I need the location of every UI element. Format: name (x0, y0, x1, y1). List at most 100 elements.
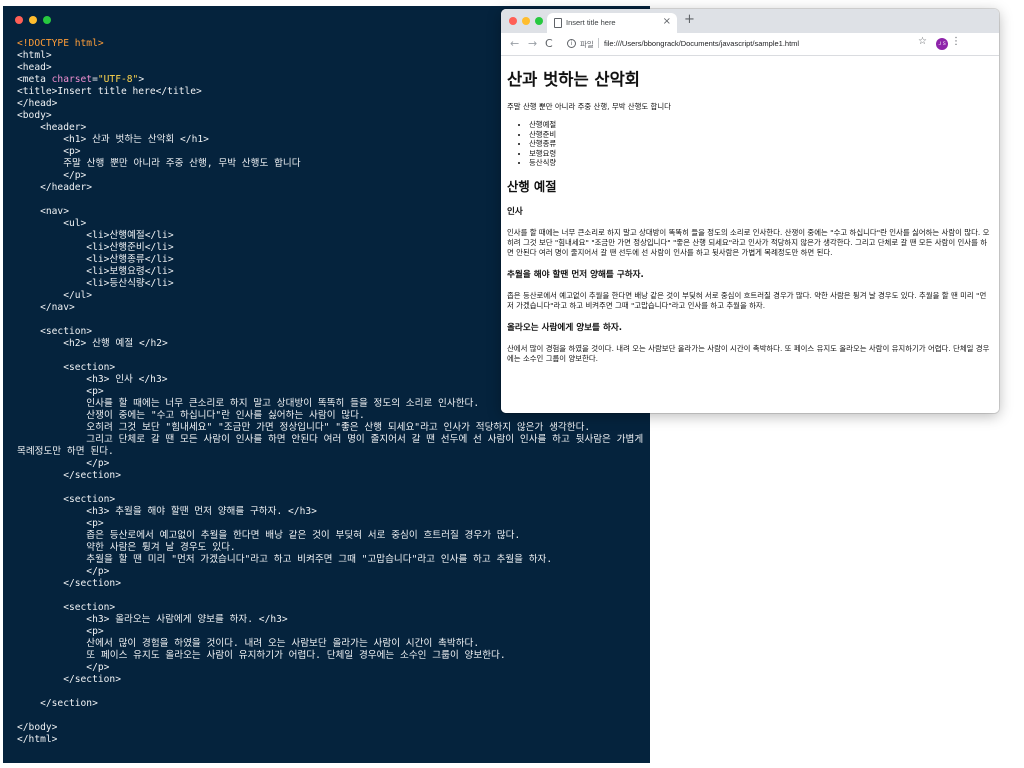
back-arrow-icon[interactable]: ← (510, 37, 519, 50)
subsection-paragraph: 산에서 많이 경험을 하였을 것이다. 내려 오는 사람보단 올라가는 사람이 … (507, 343, 990, 363)
code-token: 또 페이스 유지도 올라오는 사람이 유지하기가 어렵다. 단체일 경우에는 소… (17, 650, 506, 661)
code-token: <p> (17, 386, 104, 397)
code-line: 또 페이스 유지도 올라오는 사람이 유지하기가 어렵다. 단체일 경우에는 소… (17, 650, 644, 662)
reload-icon[interactable]: C (545, 37, 553, 50)
subsection-heading: 인사 (507, 206, 523, 217)
nav-list: 산행예절 산행준비 산행종류 보행요령 등산식량 (507, 120, 993, 168)
forward-arrow-icon[interactable]: → (528, 37, 537, 50)
code-token: <section> (17, 494, 116, 505)
code-line: </section> (17, 674, 644, 686)
tab-close-icon[interactable]: × (663, 16, 671, 27)
subsection-paragraph: 좁은 등산로에서 예고없이 추월을 한다면 배낭 같은 것이 부딪혀 서로 중심… (507, 290, 987, 310)
rendered-page: 산과 벗하는 산악회 주말 산행 뿐만 아니라 주중 산행, 무박 산행도 합니… (501, 56, 999, 413)
code-line: 그리고 단체로 갈 땐 모든 사람이 인사를 하면 안된다 여러 명이 줄지어서… (17, 434, 644, 446)
close-window-button[interactable] (15, 16, 23, 24)
code-token: <li>등산식량</li> (17, 278, 174, 289)
browser-close-button[interactable] (509, 17, 517, 25)
new-tab-button[interactable]: + (684, 12, 695, 27)
menu-dots-icon[interactable]: ⋮ (951, 36, 961, 47)
section-heading: 산행 예절 (507, 179, 557, 194)
browser-minimize-button[interactable] (522, 17, 530, 25)
code-line: </p> (17, 458, 644, 470)
code-token: </html> (17, 734, 58, 745)
code-token: 산에서 많이 경험을 하였을 것이다. 내려 오는 사람보단 올라가는 사람이 … (17, 638, 480, 649)
code-token: 산쟁이 중에는 "수고 하십니다"란 인사를 싫어하는 사람이 많다. (17, 410, 365, 421)
code-token: charset (51, 74, 93, 85)
document-icon (554, 18, 562, 28)
tab-bar: Insert title here × + (501, 9, 999, 33)
list-item: 보행요령 (529, 149, 993, 159)
code-token: <p> (17, 626, 104, 637)
subsection-paragraph: 인사를 할 때에는 너무 큰소리로 하지 말고 상대방이 똑똑히 들을 정도의 … (507, 227, 990, 257)
code-line: 목례정도만 하면 된다. (17, 446, 644, 458)
code-token: <li>보행요령</li> (17, 266, 174, 277)
code-token: <h3> 추월을 해야 할땐 먼저 양해를 구하자. </h3> (17, 506, 317, 517)
code-token: </section> (17, 578, 121, 589)
code-token: <p> (17, 146, 81, 157)
browser-maximize-button[interactable] (535, 17, 543, 25)
code-token: <ul> (17, 218, 87, 229)
page-heading: 산과 벗하는 산악회 (507, 70, 640, 89)
browser-toolbar: ← → C i 파일 file:///Users/bbongrack/Docum… (501, 33, 999, 56)
code-token: </nav> (17, 302, 75, 313)
address-bar[interactable]: file:///Users/bbongrack/Documents/javasc… (604, 39, 799, 48)
code-token: 인사를 할 때에는 너무 큰소리로 하지 말고 상대방이 똑똑히 들을 정도의 … (17, 398, 480, 409)
code-line: <section> (17, 602, 644, 614)
code-token: > (138, 74, 145, 85)
code-line: </section> (17, 578, 644, 590)
code-token: </ul> (17, 290, 93, 301)
code-token: </section> (17, 470, 121, 481)
code-line: 오히려 그것 보단 "힘내세요" "조금만 가면 정상입니다" "좋은 산행 되… (17, 422, 644, 434)
maximize-window-button[interactable] (43, 16, 51, 24)
code-token: 주말 산행 뿐만 아니라 주중 산행, 무박 산행도 합니다 (17, 158, 301, 169)
code-token: <li>산행종류</li> (17, 254, 174, 265)
code-token: </header> (17, 182, 93, 193)
code-token: <li>산행예절</li> (17, 230, 174, 241)
code-line: <section> (17, 494, 644, 506)
code-token: <!DOCTYPE html> (17, 38, 104, 49)
code-line: 산에서 많이 경험을 하였을 것이다. 내려 오는 사람보단 올라가는 사람이 … (17, 638, 644, 650)
bookmark-star-icon[interactable]: ☆ (918, 36, 927, 47)
minimize-window-button[interactable] (29, 16, 37, 24)
browser-window-controls (509, 17, 543, 25)
code-token: </p> (17, 170, 87, 181)
code-token: <li>산행준비</li> (17, 242, 174, 253)
profile-avatar[interactable]: ＪＳ (936, 38, 948, 50)
list-item: 산행종류 (529, 139, 993, 149)
code-token: 오히려 그것 보단 "힘내세요" "조금만 가면 정상입니다" "좋은 산행 되… (17, 422, 591, 433)
code-token: <body> (17, 110, 52, 121)
info-icon[interactable]: i (567, 39, 576, 48)
list-item: 등산식량 (529, 158, 993, 168)
code-token: <meta (17, 74, 52, 85)
code-token: <section> (17, 326, 93, 337)
url-divider (598, 38, 599, 48)
browser-tab[interactable]: Insert title here × (547, 13, 677, 33)
code-line: </body> (17, 722, 644, 734)
code-token: <section> (17, 362, 116, 373)
code-token: <section> (17, 602, 116, 613)
code-token: <h3> 올라오는 사람에게 양보를 하자. </h3> (17, 614, 288, 625)
code-line: <p> (17, 626, 644, 638)
tab-title: Insert title here (566, 18, 616, 27)
code-token: 목례정도만 하면 된다. (17, 446, 114, 457)
code-token: <h2> 산행 예절 </h2> (17, 338, 168, 349)
code-line: 좁은 등산로에서 예고없이 추월을 한다면 배낭 같은 것이 부딪혀 서로 중심… (17, 530, 644, 542)
code-token: </body> (17, 722, 58, 733)
intro-paragraph: 주말 산행 뿐만 아니라 주중 산행, 무박 산행도 합니다 (507, 102, 671, 111)
code-token: 그리고 단체로 갈 땐 모든 사람이 인사를 하면 안된다 여러 명이 줄지어서… (17, 434, 644, 445)
code-line: <h3> 올라오는 사람에게 양보를 하자. </h3> (17, 614, 644, 626)
code-line: 추월을 할 땐 미리 "먼저 가겠습니다"라고 하고 비켜주면 그때 "고맙습니… (17, 554, 644, 566)
code-line: 약한 사람은 튕겨 날 경우도 있다. (17, 542, 644, 554)
code-token: <nav> (17, 206, 69, 217)
editor-window-controls (15, 16, 51, 24)
code-token: <h1> 산과 벗하는 산악회 </h1> (17, 134, 209, 145)
code-token: </section> (17, 698, 98, 709)
code-token: 약한 사람은 튕겨 날 경우도 있다. (17, 542, 236, 553)
subsection-heading: 추월을 해야 할땐 먼저 양해를 구하자. (507, 269, 644, 280)
subsection-heading: 올라오는 사람에게 양보를 하자. (507, 322, 623, 333)
code-token: <p> (17, 518, 104, 529)
code-line: </section> (17, 698, 644, 710)
